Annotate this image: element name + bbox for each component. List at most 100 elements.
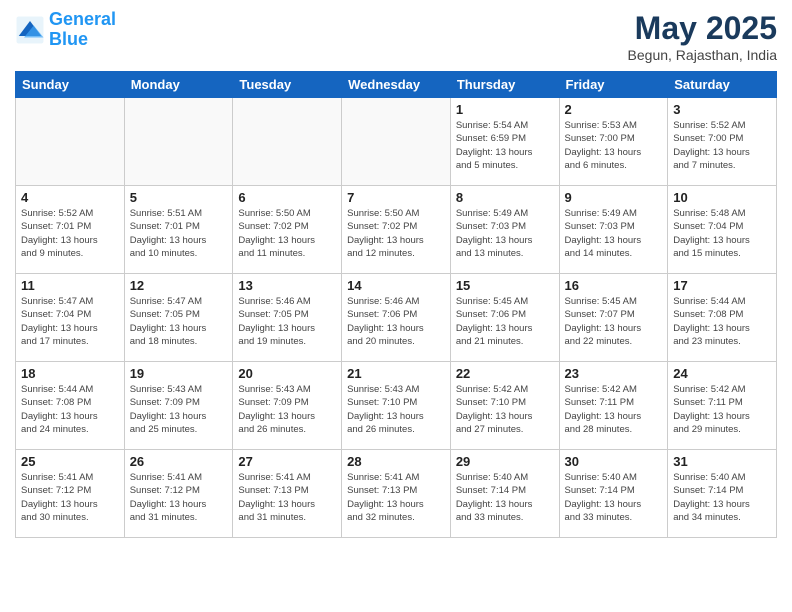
logo-icon [15,15,45,45]
day-info: Sunrise: 5:51 AM Sunset: 7:01 PM Dayligh… [130,207,228,260]
calendar-cell: 28 Sunrise: 5:41 AM Sunset: 7:13 PM Dayli… [342,450,451,538]
calendar-cell: 18 Sunrise: 5:44 AM Sunset: 7:08 PM Dayli… [16,362,125,450]
calendar-cell: 11 Sunrise: 5:47 AM Sunset: 7:04 PM Dayli… [16,274,125,362]
day-number: 8 [456,190,554,205]
day-number: 29 [456,454,554,469]
day-info: Sunrise: 5:46 AM Sunset: 7:06 PM Dayligh… [347,295,445,348]
day-info: Sunrise: 5:40 AM Sunset: 7:14 PM Dayligh… [565,471,663,524]
day-number: 26 [130,454,228,469]
day-number: 3 [673,102,771,117]
day-info: Sunrise: 5:41 AM Sunset: 7:12 PM Dayligh… [21,471,119,524]
logo-general: General [49,9,116,29]
calendar-cell: 24 Sunrise: 5:42 AM Sunset: 7:11 PM Dayli… [668,362,777,450]
day-number: 22 [456,366,554,381]
day-number: 7 [347,190,445,205]
day-info: Sunrise: 5:54 AM Sunset: 6:59 PM Dayligh… [456,119,554,172]
day-info: Sunrise: 5:47 AM Sunset: 7:05 PM Dayligh… [130,295,228,348]
day-info: Sunrise: 5:43 AM Sunset: 7:09 PM Dayligh… [130,383,228,436]
day-number: 18 [21,366,119,381]
day-info: Sunrise: 5:42 AM Sunset: 7:11 PM Dayligh… [565,383,663,436]
day-info: Sunrise: 5:40 AM Sunset: 7:14 PM Dayligh… [673,471,771,524]
day-info: Sunrise: 5:40 AM Sunset: 7:14 PM Dayligh… [456,471,554,524]
logo-blue: Blue [49,29,88,49]
day-number: 16 [565,278,663,293]
day-number: 20 [238,366,336,381]
day-number: 25 [21,454,119,469]
calendar-cell [342,98,451,186]
calendar-cell: 22 Sunrise: 5:42 AM Sunset: 7:10 PM Dayli… [450,362,559,450]
weekday-header-row: SundayMondayTuesdayWednesdayThursdayFrid… [16,72,777,98]
day-number: 28 [347,454,445,469]
day-number: 11 [21,278,119,293]
calendar-cell: 8 Sunrise: 5:49 AM Sunset: 7:03 PM Daylig… [450,186,559,274]
header: General Blue May 2025 Begun, Rajasthan, … [15,10,777,63]
calendar-cell: 19Sunrise: 5:43 AM Sunset: 7:09 PM Dayli… [124,362,233,450]
day-info: Sunrise: 5:48 AM Sunset: 7:04 PM Dayligh… [673,207,771,260]
day-info: Sunrise: 5:41 AM Sunset: 7:13 PM Dayligh… [238,471,336,524]
calendar-table: SundayMondayTuesdayWednesdayThursdayFrid… [15,71,777,538]
title-block: May 2025 Begun, Rajasthan, India [628,10,777,63]
week-row-1: 1 Sunrise: 5:54 AM Sunset: 6:59 PM Daylig… [16,98,777,186]
day-number: 4 [21,190,119,205]
day-number: 15 [456,278,554,293]
calendar-cell: 7 Sunrise: 5:50 AM Sunset: 7:02 PM Daylig… [342,186,451,274]
page: General Blue May 2025 Begun, Rajasthan, … [0,0,792,548]
calendar-cell: 9Sunrise: 5:49 AM Sunset: 7:03 PM Daylig… [559,186,668,274]
day-number: 12 [130,278,228,293]
weekday-header-monday: Monday [124,72,233,98]
week-row-3: 11 Sunrise: 5:47 AM Sunset: 7:04 PM Dayli… [16,274,777,362]
calendar-cell: 10 Sunrise: 5:48 AM Sunset: 7:04 PM Dayli… [668,186,777,274]
weekday-header-sunday: Sunday [16,72,125,98]
day-number: 13 [238,278,336,293]
calendar-cell: 31 Sunrise: 5:40 AM Sunset: 7:14 PM Dayli… [668,450,777,538]
day-number: 24 [673,366,771,381]
calendar-cell [233,98,342,186]
day-info: Sunrise: 5:44 AM Sunset: 7:08 PM Dayligh… [21,383,119,436]
day-info: Sunrise: 5:45 AM Sunset: 7:06 PM Dayligh… [456,295,554,348]
day-info: Sunrise: 5:52 AM Sunset: 7:01 PM Dayligh… [21,207,119,260]
day-number: 17 [673,278,771,293]
day-number: 21 [347,366,445,381]
calendar-cell [124,98,233,186]
calendar-cell: 25 Sunrise: 5:41 AM Sunset: 7:12 PM Dayli… [16,450,125,538]
day-number: 5 [130,190,228,205]
logo: General Blue [15,10,116,50]
day-info: Sunrise: 5:47 AM Sunset: 7:04 PM Dayligh… [21,295,119,348]
calendar-cell: 3 Sunrise: 5:52 AM Sunset: 7:00 PM Daylig… [668,98,777,186]
day-info: Sunrise: 5:49 AM Sunset: 7:03 PM Dayligh… [456,207,554,260]
week-row-5: 25 Sunrise: 5:41 AM Sunset: 7:12 PM Dayli… [16,450,777,538]
day-number: 10 [673,190,771,205]
day-number: 9 [565,190,663,205]
calendar-cell: 14Sunrise: 5:46 AM Sunset: 7:06 PM Dayli… [342,274,451,362]
weekday-header-friday: Friday [559,72,668,98]
day-info: Sunrise: 5:42 AM Sunset: 7:11 PM Dayligh… [673,383,771,436]
day-number: 31 [673,454,771,469]
day-info: Sunrise: 5:41 AM Sunset: 7:12 PM Dayligh… [130,471,228,524]
day-info: Sunrise: 5:42 AM Sunset: 7:10 PM Dayligh… [456,383,554,436]
weekday-header-saturday: Saturday [668,72,777,98]
calendar-cell: 4 Sunrise: 5:52 AM Sunset: 7:01 PM Daylig… [16,186,125,274]
calendar-cell [16,98,125,186]
week-row-4: 18 Sunrise: 5:44 AM Sunset: 7:08 PM Dayli… [16,362,777,450]
calendar-cell: 16Sunrise: 5:45 AM Sunset: 7:07 PM Dayli… [559,274,668,362]
day-info: Sunrise: 5:53 AM Sunset: 7:00 PM Dayligh… [565,119,663,172]
day-info: Sunrise: 5:46 AM Sunset: 7:05 PM Dayligh… [238,295,336,348]
day-info: Sunrise: 5:50 AM Sunset: 7:02 PM Dayligh… [238,207,336,260]
day-info: Sunrise: 5:50 AM Sunset: 7:02 PM Dayligh… [347,207,445,260]
day-info: Sunrise: 5:52 AM Sunset: 7:00 PM Dayligh… [673,119,771,172]
day-info: Sunrise: 5:44 AM Sunset: 7:08 PM Dayligh… [673,295,771,348]
calendar-cell: 17 Sunrise: 5:44 AM Sunset: 7:08 PM Dayli… [668,274,777,362]
calendar-cell: 20 Sunrise: 5:43 AM Sunset: 7:09 PM Dayli… [233,362,342,450]
day-info: Sunrise: 5:43 AM Sunset: 7:10 PM Dayligh… [347,383,445,436]
calendar-cell: 6Sunrise: 5:50 AM Sunset: 7:02 PM Daylig… [233,186,342,274]
day-info: Sunrise: 5:41 AM Sunset: 7:13 PM Dayligh… [347,471,445,524]
day-info: Sunrise: 5:43 AM Sunset: 7:09 PM Dayligh… [238,383,336,436]
location-subtitle: Begun, Rajasthan, India [628,47,777,63]
calendar-cell: 23Sunrise: 5:42 AM Sunset: 7:11 PM Dayli… [559,362,668,450]
calendar-cell: 27Sunrise: 5:41 AM Sunset: 7:13 PM Dayli… [233,450,342,538]
calendar-cell: 29 Sunrise: 5:40 AM Sunset: 7:14 PM Dayli… [450,450,559,538]
day-number: 1 [456,102,554,117]
month-title: May 2025 [628,10,777,47]
calendar-cell: 30Sunrise: 5:40 AM Sunset: 7:14 PM Dayli… [559,450,668,538]
week-row-2: 4 Sunrise: 5:52 AM Sunset: 7:01 PM Daylig… [16,186,777,274]
